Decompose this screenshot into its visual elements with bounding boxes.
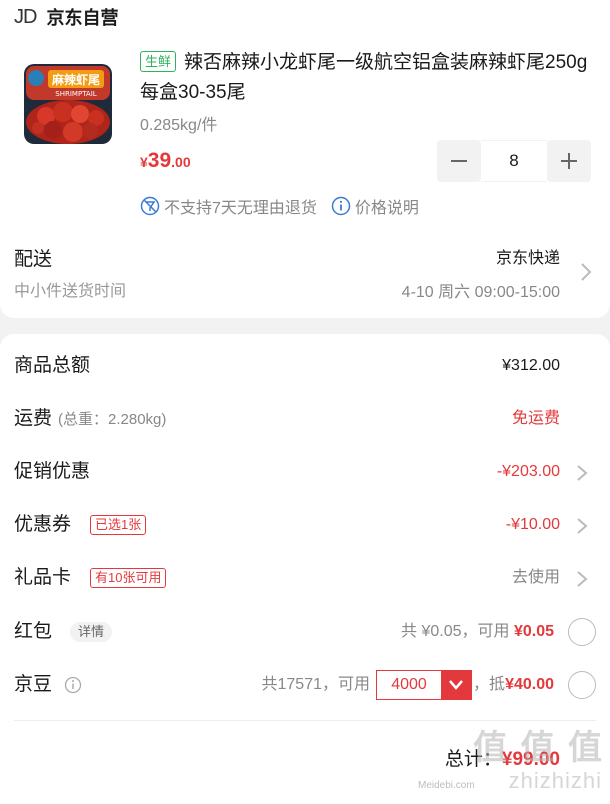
chevron-down-icon <box>449 680 463 690</box>
price-symbol: ¥ <box>140 154 148 170</box>
product-title[interactable]: 生鲜 辣否麻辣小龙虾尾一级航空铝盒装麻辣虾尾250g每盒30-35尾 <box>140 48 596 108</box>
bean-label: 京豆 <box>14 674 53 695</box>
coupon-row[interactable]: 优惠券 已选1张 -¥10.00 <box>14 510 596 540</box>
redpacket-usable: ¥0.05 <box>513 623 554 640</box>
coupon-badge: 已选1张 <box>90 515 147 535</box>
bean-deduct-prefix: ，抵 <box>473 676 506 693</box>
price-decimal: .00 <box>171 154 191 170</box>
dropdown-toggle[interactable] <box>441 671 471 699</box>
bean-row: 京豆 共17571，可用 4000 ，抵¥40.00 <box>14 670 596 700</box>
info-icon[interactable] <box>331 196 351 216</box>
image-sublabel: SHRIMPTAIL <box>55 90 96 98</box>
shop-header[interactable]: JD 京东自营 <box>14 4 118 30</box>
redpacket-row: 红包 详情 共 ¥0.05，可用 ¥0.05 <box>14 617 596 647</box>
info-icon[interactable] <box>64 676 82 694</box>
price-note-link[interactable]: 价格说明 <box>355 194 419 218</box>
giftcard-label: 礼品卡 <box>14 567 72 588</box>
price-integer: 39 <box>147 149 172 172</box>
coupon-value: -¥10.00 <box>505 516 560 533</box>
bean-deduct: ，抵¥40.00 <box>473 670 554 700</box>
promo-value: -¥203.00 <box>496 463 560 480</box>
product-card: JD 京东自营 麻辣虾尾 SHRIMPTAIL 生鲜 辣否麻辣小龙虾尾一级航空铝盒… <box>0 0 610 318</box>
crayfish-image-icon: 麻辣虾尾 SHRIMPTAIL <box>18 52 118 152</box>
shipping-method[interactable]: 京东快递 <box>496 244 560 268</box>
product-price: ¥39.00 <box>140 149 191 173</box>
freight-label-group: 运费 (总重：2.280kg) <box>14 404 166 435</box>
giftcard-badge: 有10张可用 <box>90 568 167 588</box>
watermark-logo: 值 值 值 <box>473 729 604 767</box>
coupon-label: 优惠券 <box>14 514 72 535</box>
product-image[interactable]: 麻辣虾尾 SHRIMPTAIL <box>18 52 118 152</box>
chevron-right-icon[interactable] <box>576 517 588 535</box>
jd-logo: JD <box>14 5 37 28</box>
unit-weight: 0.285kg/件 <box>140 117 218 134</box>
freight-weight-note: (总重：2.280kg) <box>58 411 167 428</box>
freight-value: 免运费 <box>511 410 560 427</box>
freight-row: 运费 (总重：2.280kg) 免运费 <box>14 404 596 434</box>
product-title-text: 辣否麻辣小龙虾尾一级航空铝盒装麻辣虾尾250g每盒30-35尾 <box>140 52 588 103</box>
watermark-small: Meidebi.com <box>418 780 475 791</box>
goods-total-row: 商品总额 ¥312.00 <box>14 351 596 381</box>
shipping-label: 配送 <box>14 249 53 270</box>
fresh-tag: 生鲜 <box>140 51 177 72</box>
chevron-right-icon[interactable] <box>580 262 592 282</box>
promo-row[interactable]: 促销优惠 -¥203.00 <box>14 457 596 487</box>
redpacket-amount: 共 ¥0.05，可用 ¥0.05 <box>401 617 554 647</box>
promo-label: 促销优惠 <box>14 461 91 482</box>
bean-deduct-value: ¥40.00 <box>505 676 554 693</box>
bean-amount-select[interactable]: 4000 <box>376 670 472 700</box>
image-label: 麻辣虾尾 <box>51 72 100 87</box>
shipping-time[interactable]: 4-10 周六 09:00-15:00 <box>402 278 560 302</box>
freight-label: 运费 <box>14 408 53 429</box>
quantity-stepper[interactable]: 8 <box>437 140 591 182</box>
goods-total-value: ¥312.00 <box>502 357 560 374</box>
watermark-text: zhizhizhi <box>508 768 602 793</box>
shipping-sub: 中小件送货时间 <box>14 283 127 300</box>
bean-selected-value: 4000 <box>391 676 427 693</box>
goods-total-label: 商品总额 <box>14 355 91 376</box>
no-return-icon <box>140 196 160 216</box>
redpacket-label: 红包 <box>14 621 53 642</box>
redpacket-radio[interactable] <box>568 618 596 646</box>
decrease-button[interactable] <box>437 140 481 182</box>
giftcard-action[interactable]: 去使用 <box>512 563 560 593</box>
giftcard-row[interactable]: 礼品卡 有10张可用 去使用 <box>14 563 596 593</box>
shop-name: 京东自营 <box>46 8 119 28</box>
plus-icon <box>561 153 577 169</box>
redpacket-detail-button[interactable]: 详情 <box>70 622 113 642</box>
bean-radio[interactable] <box>568 671 596 699</box>
policy-row: 不支持7天无理由退货 价格说明 <box>140 194 419 218</box>
no-return-text: 不支持7天无理由退货 <box>164 200 317 217</box>
increase-button[interactable] <box>547 140 591 182</box>
minus-icon <box>451 160 467 162</box>
chevron-right-icon[interactable] <box>576 570 588 588</box>
redpacket-total: 共 ¥0.05，可用 <box>401 623 510 640</box>
chevron-right-icon[interactable] <box>576 464 588 482</box>
bean-total: 共17571，可用 <box>261 676 371 693</box>
quantity-value[interactable]: 8 <box>481 140 547 182</box>
